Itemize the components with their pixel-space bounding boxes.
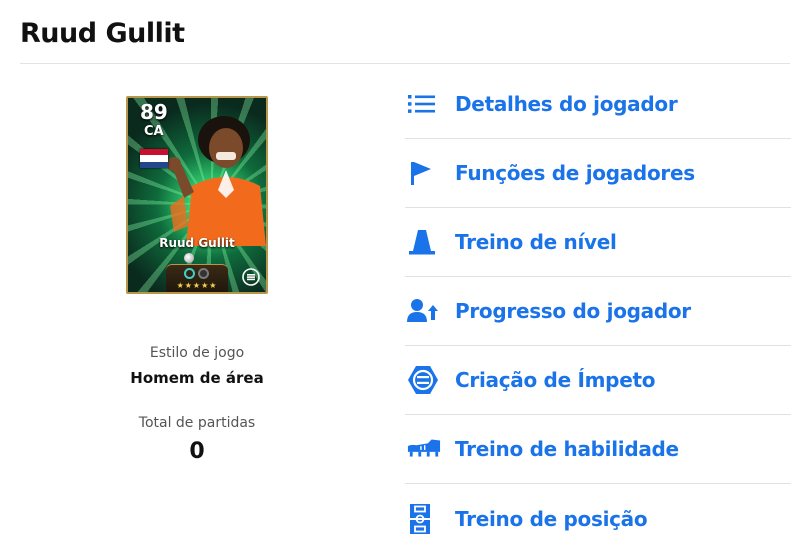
card-rating: 89 [140,100,168,124]
title-divider [20,63,790,64]
person-up-icon [407,296,441,326]
efootball-badge-icon [198,268,209,279]
list-icon [407,89,441,119]
cone-icon [407,227,441,257]
playstyle-label: Estilo de jogo [149,345,245,361]
page-title: Ruud Gullit [20,18,185,49]
menu-item-position-training[interactable]: Treino de posição [405,484,791,553]
menu-item-player-progress[interactable]: Progresso do jogador [405,277,791,346]
card-plate: ★★★★★ [166,264,228,292]
ball-icon [184,253,194,263]
playstyle-value: Homem de área [130,369,264,387]
menu-item-momentum-creation[interactable]: Criação de Ímpeto [405,346,791,415]
boot-icon [407,434,441,464]
menu-item-player-details[interactable]: Detalhes do jogador [405,70,791,139]
player-actions-menu: Detalhes do jogador Funções de jogadores… [405,70,791,553]
skill-icon [184,268,195,279]
card-position: CA [144,124,164,139]
menu-item-label: Funções de jogadores [455,161,695,185]
netherlands-flag-icon [140,149,168,168]
menu-item-player-roles[interactable]: Funções de jogadores [405,139,791,208]
menu-item-label: Criação de Ímpeto [455,368,656,392]
menu-item-label: Treino de posição [455,506,648,531]
flag-icon [407,158,441,188]
player-image [167,116,266,246]
matches-label: Total de partidas [138,415,256,431]
menu-item-label: Treino de nível [455,230,617,254]
pitch-icon [407,503,441,534]
menu-item-skill-training[interactable]: Treino de habilidade [405,415,791,484]
menu-item-level-training[interactable]: Treino de nível [405,208,791,277]
player-card[interactable]: 89 CA Ruud Gullit ★★★★★ [126,96,268,294]
menu-item-label: Detalhes do jogador [455,92,678,116]
card-stars: ★★★★★ [176,281,218,290]
matches-value: 0 [189,439,205,464]
menu-item-label: Treino de habilidade [455,437,679,461]
efootball-logo-icon [242,268,260,286]
efootball-icon [407,365,441,395]
card-player-name: Ruud Gullit [159,236,235,250]
menu-item-label: Progresso do jogador [455,299,691,323]
